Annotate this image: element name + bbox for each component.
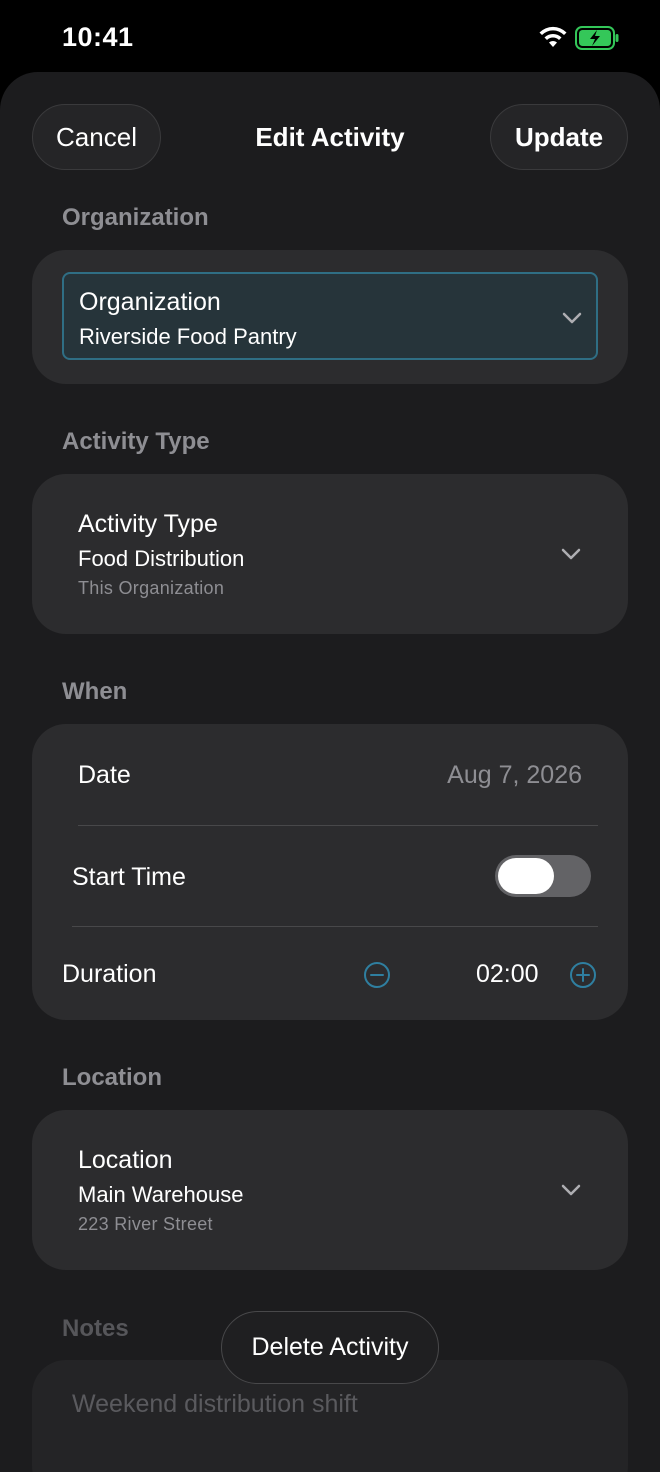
activity-type-section-title: Activity Type <box>62 428 210 455</box>
location-value: Main Warehouse <box>78 1182 244 1207</box>
chevron-down-icon <box>561 1184 581 1196</box>
divider <box>72 926 598 927</box>
divider <box>78 825 598 826</box>
status-bar: 10:41 <box>0 0 660 76</box>
when-card: Date Aug 7, 2026 Start Time Duration 02:… <box>32 724 628 1020</box>
notes-section-title: Notes <box>62 1315 129 1342</box>
duration-value: 02:00 <box>476 960 539 988</box>
wifi-icon <box>539 26 567 47</box>
organization-field-label: Organization <box>79 288 221 316</box>
notes-field[interactable]: Weekend distribution shift <box>72 1390 358 1419</box>
delete-activity-button[interactable]: Delete Activity <box>221 1311 439 1384</box>
activity-type-scope: This Organization <box>78 578 225 598</box>
battery-charging-icon <box>575 26 619 50</box>
location-card[interactable]: Location Main Warehouse 223 River Street <box>32 1110 628 1270</box>
chevron-down-icon <box>562 312 582 324</box>
start-time-label: Start Time <box>72 863 186 891</box>
minus-circle-icon[interactable] <box>363 961 391 989</box>
toggle-knob <box>498 858 554 894</box>
plus-circle-icon[interactable] <box>569 961 597 989</box>
location-field-label: Location <box>78 1146 173 1174</box>
organization-section-title: Organization <box>62 204 209 231</box>
organization-value: Riverside Food Pantry <box>79 324 297 349</box>
when-section-title: When <box>62 678 128 705</box>
date-label: Date <box>78 761 131 789</box>
edit-activity-sheet: Cancel Edit Activity Update Organization… <box>0 72 660 1472</box>
activity-type-value: Food Distribution <box>78 546 245 571</box>
start-time-toggle[interactable] <box>495 855 591 897</box>
organization-picker[interactable]: Organization Riverside Food Pantry <box>62 272 598 360</box>
chevron-down-icon <box>561 548 581 560</box>
duration-label: Duration <box>62 960 157 988</box>
location-address: 223 River Street <box>78 1214 213 1234</box>
location-section-title: Location <box>62 1064 162 1091</box>
activity-type-card[interactable]: Activity Type Food Distribution This Org… <box>32 474 628 634</box>
date-value[interactable]: Aug 7, 2026 <box>447 761 582 790</box>
update-button[interactable]: Update <box>490 104 628 170</box>
activity-type-field-label: Activity Type <box>78 510 218 538</box>
status-time: 10:41 <box>62 22 134 52</box>
organization-card: Organization Riverside Food Pantry <box>32 250 628 384</box>
